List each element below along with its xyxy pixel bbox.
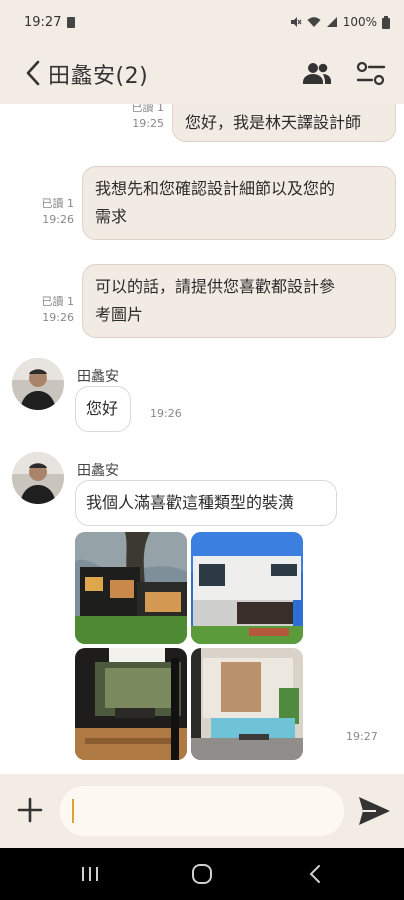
text-caret — [72, 799, 74, 823]
message-bubble-outgoing[interactable]: 可以的話，請提供您喜歡都設計參 考圖片 — [82, 264, 396, 338]
pool-photo-image — [191, 648, 303, 760]
message-text-line: 我想先和您確認設計細節以及您的 — [95, 179, 336, 198]
message-input-wrapper — [60, 786, 344, 836]
read-receipt: 已讀 1 — [41, 197, 75, 210]
message-time: 19:25 — [132, 117, 164, 130]
interior-photo-image — [75, 648, 187, 760]
avatar[interactable] — [12, 358, 64, 410]
sender-name: 田蠡安 — [77, 369, 119, 385]
message-text-line: 可以的話，請提供您喜歡都設計參 — [95, 277, 336, 296]
message-meta: 已讀 1 19:26 — [26, 294, 75, 326]
members-icon[interactable] — [302, 60, 332, 88]
message-list[interactable]: 已讀 1 19:25 您好，我是林天譯設計師 已讀 1 19:26 我想先和您確… — [0, 104, 404, 774]
status-icons: 100% — [290, 15, 390, 29]
home-icon[interactable] — [190, 862, 214, 886]
message-input-bar — [0, 774, 404, 848]
message-text-line: 需求 — [95, 207, 128, 226]
sender-name: 田蠡安 — [77, 463, 119, 479]
signal-icon — [326, 17, 337, 27]
battery-icon — [382, 15, 390, 29]
photo-thumbnail[interactable] — [75, 532, 187, 644]
recent-apps-icon[interactable] — [78, 862, 102, 886]
message-text-line: 考圖片 — [95, 305, 144, 324]
sim-icon — [67, 16, 76, 28]
system-nav-bar — [0, 848, 404, 900]
person-avatar-icon — [12, 452, 64, 504]
back-arrow-icon[interactable] — [22, 58, 44, 88]
house-photo-image — [191, 532, 303, 644]
mute-icon — [290, 17, 302, 27]
photo-thumbnail[interactable] — [75, 648, 187, 760]
message-text: 您好 — [86, 399, 119, 418]
battery-percent: 100% — [342, 15, 377, 29]
message-bubble-incoming[interactable]: 我個人滿喜歡這種類型的裝潢 — [75, 480, 337, 526]
settings-icon[interactable] — [356, 60, 386, 88]
back-icon[interactable] — [304, 862, 328, 886]
read-receipt: 已讀 1 — [131, 104, 165, 114]
message-bubble-outgoing[interactable]: 您好，我是林天譯設計師 — [172, 104, 396, 142]
message-meta: 已讀 1 19:26 — [26, 196, 75, 228]
message-bubble-outgoing[interactable]: 我想先和您確認設計細節以及您的 需求 — [82, 166, 396, 240]
message-bubble-incoming[interactable]: 您好 — [75, 386, 131, 432]
chat-header: 田蠡安(2) — [0, 44, 404, 104]
message-time: 19:26 — [150, 407, 182, 420]
chat-title: 田蠡安(2) — [48, 64, 149, 89]
person-avatar-icon — [12, 358, 64, 410]
photo-thumbnail[interactable] — [191, 648, 303, 760]
message-time: 19:26 — [42, 311, 74, 324]
status-bar: 19:27 100% — [0, 0, 404, 44]
house-photo-image — [75, 532, 187, 644]
message-text: 您好，我是林天譯設計師 — [185, 113, 362, 132]
message-time: 19:27 — [346, 730, 378, 743]
message-text: 我個人滿喜歡這種類型的裝潢 — [86, 493, 295, 512]
send-icon[interactable] — [356, 794, 392, 828]
wifi-icon — [307, 17, 321, 27]
message-meta: 已讀 1 19:25 — [118, 104, 165, 132]
message-time: 19:26 — [42, 213, 74, 226]
read-receipt: 已讀 1 — [41, 295, 75, 308]
status-time: 19:27 — [24, 14, 62, 30]
message-input[interactable] — [76, 800, 328, 822]
avatar[interactable] — [12, 452, 64, 504]
plus-icon[interactable] — [14, 794, 46, 826]
photo-thumbnail[interactable] — [191, 532, 303, 644]
